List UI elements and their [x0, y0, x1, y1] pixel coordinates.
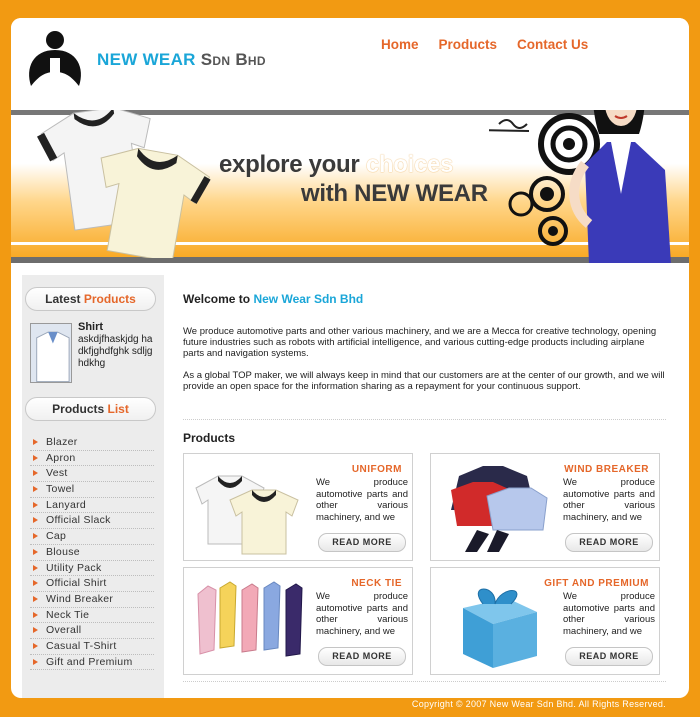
read-more-button[interactable]: READ MORE: [565, 533, 653, 552]
products-list: Blazer Apron Vest Towel Lanyard Official…: [30, 435, 154, 671]
main-content: Welcome to New Wear Sdn Bhd We produce a…: [183, 275, 666, 682]
main-nav: Home Products Contact Us: [381, 37, 588, 52]
model-illustration: [489, 110, 671, 263]
nav-products-link[interactable]: Products: [439, 37, 498, 52]
product-link-blazer[interactable]: Blazer: [30, 435, 154, 451]
nav-home-link[interactable]: Home: [381, 37, 419, 52]
banner-tagline: explore your choices with NEW WEAR: [219, 150, 488, 208]
brand-name-primary: NEW WEAR: [97, 50, 196, 69]
product-card-neck-tie: NECK TIE We produce automotive parts and…: [183, 567, 413, 675]
card-text: We produce automotive parts and other va…: [316, 477, 408, 523]
latest-product-name[interactable]: Shirt: [78, 321, 103, 333]
neck-tie-image[interactable]: [190, 574, 310, 669]
card-title: WIND BREAKER: [564, 464, 649, 475]
product-card-uniform: UNIFORM We produce automotive parts and …: [183, 453, 413, 561]
welcome-text: Welcome to: [183, 292, 254, 306]
tagline-line2: with NEW WEAR: [301, 180, 488, 207]
card-text: We produce automotive parts and other va…: [563, 591, 655, 637]
card-title: GIFT AND PREMIUM: [544, 578, 649, 589]
product-link-overall[interactable]: Overall: [30, 623, 154, 639]
divider: [183, 419, 666, 420]
product-link-gift-premium[interactable]: Gift and Premium: [30, 655, 154, 671]
tagline-part1: explore your: [219, 151, 366, 178]
hero-banner: explore your choices with NEW WEAR: [11, 110, 689, 263]
product-link-lanyard[interactable]: Lanyard: [30, 498, 154, 514]
product-card-gift-premium: GIFT AND PREMIUM We produce automotive p…: [430, 567, 660, 675]
product-link-utility-pack[interactable]: Utility Pack: [30, 561, 154, 577]
sidebar: Latest Products Shirt askdjfhaskjdg hadk…: [22, 275, 164, 698]
product-link-wind-breaker[interactable]: Wind Breaker: [30, 592, 154, 608]
nav-contact-link[interactable]: Contact Us: [517, 37, 588, 52]
product-link-official-shirt[interactable]: Official Shirt: [30, 576, 154, 592]
brand-name-suffix: Sdn Bhd: [200, 50, 266, 69]
list-heading-text: Products: [52, 402, 108, 416]
wind-breaker-image[interactable]: [437, 460, 557, 555]
brand-name[interactable]: NEW WEAR Sdn Bhd: [97, 50, 266, 70]
card-title: UNIFORM: [351, 464, 402, 475]
logo-icon[interactable]: [25, 28, 85, 94]
polo-shirts-illustration: [37, 110, 211, 258]
card-title: NECK TIE: [351, 578, 402, 589]
product-link-casual-tshirt[interactable]: Casual T-Shirt: [30, 639, 154, 655]
read-more-button[interactable]: READ MORE: [318, 533, 406, 552]
card-text: We produce automotive parts and other va…: [316, 591, 408, 637]
products-grid: UNIFORM We produce automotive parts and …: [183, 453, 666, 675]
welcome-company-name: New Wear Sdn Bhd: [253, 292, 364, 306]
latest-heading-text: Latest: [45, 292, 84, 306]
products-section-title: Products: [183, 431, 236, 445]
products-list-heading: Products List: [25, 397, 156, 421]
gift-box-image[interactable]: [437, 574, 557, 669]
latest-heading-highlight: Products: [83, 292, 136, 306]
card-text: We produce automotive parts and other va…: [563, 477, 655, 523]
tagline-highlight: choices: [365, 151, 454, 178]
product-link-apron[interactable]: Apron: [30, 451, 154, 467]
product-card-wind-breaker: WIND BREAKER We produce automotive parts…: [430, 453, 660, 561]
welcome-heading: Welcome to New Wear Sdn Bhd: [183, 292, 666, 306]
latest-products-heading: Latest Products: [25, 287, 156, 311]
list-heading-highlight: List: [107, 402, 129, 416]
footer-copyright: Copyright © 2007 New Wear Sdn Bhd. All R…: [411, 699, 666, 709]
shirt-thumbnail[interactable]: [30, 323, 72, 383]
site-header: NEW WEAR Sdn Bhd Home Products Contact U…: [11, 18, 689, 110]
product-link-vest[interactable]: Vest: [30, 466, 154, 483]
read-more-button[interactable]: READ MORE: [318, 647, 406, 666]
uniform-image[interactable]: [190, 460, 310, 555]
product-link-official-slack[interactable]: Official Slack: [30, 513, 154, 530]
intro-paragraph-1: We produce automotive parts and other va…: [183, 326, 657, 359]
intro-paragraph-2: As a global TOP maker, we will always ke…: [183, 370, 665, 392]
read-more-button[interactable]: READ MORE: [565, 647, 653, 666]
product-link-blouse[interactable]: Blouse: [30, 545, 154, 561]
product-link-towel[interactable]: Towel: [30, 482, 154, 498]
divider-bottom: [183, 681, 666, 682]
latest-product-item[interactable]: Shirt askdjfhaskjdg hadkfjghdfghk sdljgh…: [30, 321, 164, 385]
product-link-cap[interactable]: Cap: [30, 529, 154, 545]
page-frame: NEW WEAR Sdn Bhd Home Products Contact U…: [11, 18, 689, 698]
latest-product-desc: askdjfhaskjdg hadkfjghdfghk sdljghdkhg: [78, 334, 153, 369]
product-link-neck-tie[interactable]: Neck Tie: [30, 608, 154, 624]
